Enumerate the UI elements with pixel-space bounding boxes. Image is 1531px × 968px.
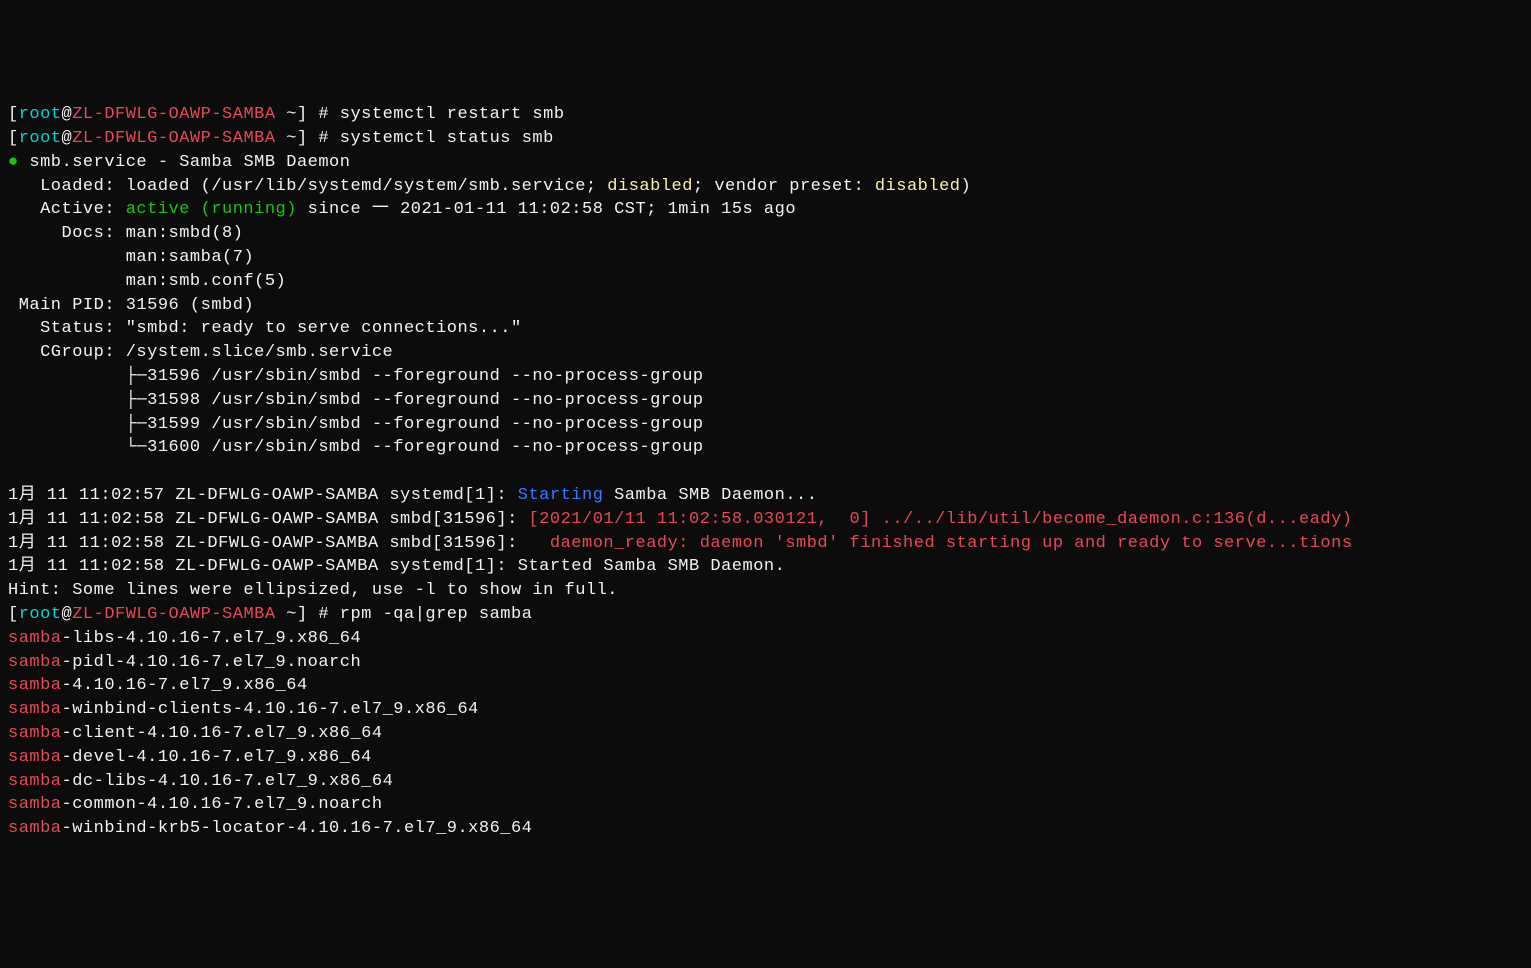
service-header: ● smb.service - Samba SMB Daemon (8, 151, 1523, 175)
rpm-package-line: samba-client-4.10.16-7.el7_9.x86_64 (8, 722, 1523, 746)
blank-line (8, 460, 1523, 484)
rpm-package-line: samba-winbind-clients-4.10.16-7.el7_9.x8… (8, 698, 1523, 722)
package-name: samba (8, 819, 62, 838)
command-restart: systemctl restart smb (340, 105, 565, 124)
cgroup-line: CGroup: /system.slice/smb.service (8, 341, 1523, 365)
package-version: -4.10.16-7.el7_9.x86_64 (62, 676, 308, 695)
process-line: ├─31598 /usr/sbin/smbd --foreground --no… (8, 389, 1523, 413)
package-name: samba (8, 700, 62, 719)
rpm-package-line: samba-libs-4.10.16-7.el7_9.x86_64 (8, 627, 1523, 651)
process-line: ├─31599 /usr/sbin/smbd --foreground --no… (8, 413, 1523, 437)
package-version: -winbind-clients-4.10.16-7.el7_9.x86_64 (62, 700, 479, 719)
package-version: -winbind-krb5-locator-4.10.16-7.el7_9.x8… (62, 819, 533, 838)
command-rpm: rpm -qa|grep samba (340, 605, 533, 624)
package-version: -devel-4.10.16-7.el7_9.x86_64 (62, 748, 372, 767)
package-name: samba (8, 724, 62, 743)
process-line: └─31600 /usr/sbin/smbd --foreground --no… (8, 436, 1523, 460)
prompt-line-2: [root@ZL-DFWLG-OAWP-SAMBA ~] # systemctl… (8, 127, 1523, 151)
package-name: samba (8, 629, 62, 648)
docs-line-2: man:samba(7) (8, 246, 1523, 270)
package-name: samba (8, 772, 62, 791)
command-status: systemctl status smb (340, 129, 554, 148)
docs-line-1: Docs: man:smbd(8) (8, 222, 1523, 246)
process-line: ├─31596 /usr/sbin/smbd --foreground --no… (8, 365, 1523, 389)
log-line-4: 1月 11 11:02:58 ZL-DFWLG-OAWP-SAMBA syste… (8, 555, 1523, 579)
loaded-line: Loaded: loaded (/usr/lib/systemd/system/… (8, 175, 1523, 199)
rpm-package-line: samba-4.10.16-7.el7_9.x86_64 (8, 674, 1523, 698)
terminal-output[interactable]: [root@ZL-DFWLG-OAWP-SAMBA ~] # systemctl… (8, 103, 1523, 841)
package-version: -pidl-4.10.16-7.el7_9.noarch (62, 653, 362, 672)
log-line-3: 1月 11 11:02:58 ZL-DFWLG-OAWP-SAMBA smbd[… (8, 532, 1523, 556)
package-version: -dc-libs-4.10.16-7.el7_9.x86_64 (62, 772, 394, 791)
mainpid-line: Main PID: 31596 (smbd) (8, 294, 1523, 318)
log-line-2: 1月 11 11:02:58 ZL-DFWLG-OAWP-SAMBA smbd[… (8, 508, 1523, 532)
rpm-package-line: samba-winbind-krb5-locator-4.10.16-7.el7… (8, 817, 1523, 841)
docs-line-3: man:smb.conf(5) (8, 270, 1523, 294)
active-line: Active: active (running) since 一 2021-01… (8, 198, 1523, 222)
package-name: samba (8, 676, 62, 695)
hint-line: Hint: Some lines were ellipsized, use -l… (8, 579, 1523, 603)
log-line-1: 1月 11 11:02:57 ZL-DFWLG-OAWP-SAMBA syste… (8, 484, 1523, 508)
rpm-package-line: samba-common-4.10.16-7.el7_9.noarch (8, 793, 1523, 817)
rpm-package-line: samba-dc-libs-4.10.16-7.el7_9.x86_64 (8, 770, 1523, 794)
package-version: -libs-4.10.16-7.el7_9.x86_64 (62, 629, 362, 648)
rpm-package-line: samba-pidl-4.10.16-7.el7_9.noarch (8, 651, 1523, 675)
rpm-output: samba-libs-4.10.16-7.el7_9.x86_64samba-p… (8, 627, 1523, 841)
package-name: samba (8, 748, 62, 767)
package-name: samba (8, 795, 62, 814)
prompt-line-1: [root@ZL-DFWLG-OAWP-SAMBA ~] # systemctl… (8, 103, 1523, 127)
status-line: Status: "smbd: ready to serve connection… (8, 317, 1523, 341)
rpm-package-line: samba-devel-4.10.16-7.el7_9.x86_64 (8, 746, 1523, 770)
package-version: -client-4.10.16-7.el7_9.x86_64 (62, 724, 383, 743)
status-dot-icon: ● (8, 153, 19, 172)
package-name: samba (8, 653, 62, 672)
prompt-line-3: [root@ZL-DFWLG-OAWP-SAMBA ~] # rpm -qa|g… (8, 603, 1523, 627)
package-version: -common-4.10.16-7.el7_9.noarch (62, 795, 383, 814)
